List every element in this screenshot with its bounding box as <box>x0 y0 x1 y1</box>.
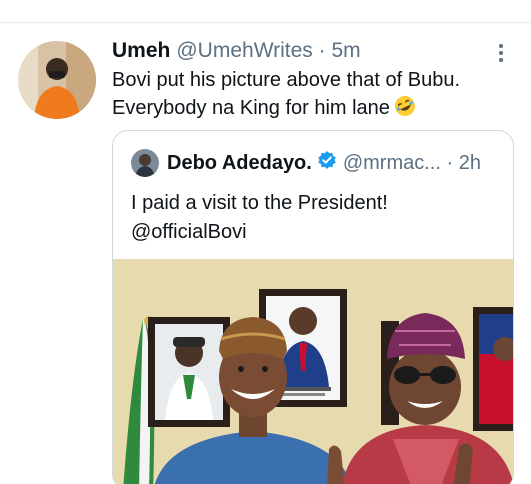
quoted-author-handle: @mrmac... <box>342 151 441 174</box>
author-name[interactable]: Umeh <box>112 39 170 63</box>
quoted-tweet-text: I paid a visit to the President! @offici… <box>131 189 501 247</box>
quoted-author-avatar <box>131 149 159 177</box>
verified-badge-icon <box>317 150 337 176</box>
quoted-tweet-time: 2h <box>458 151 481 174</box>
quoted-tweet-header: Debo Adedayo. @mrmac... · 2h <box>131 148 481 178</box>
quoted-meta-separator: · <box>446 151 454 174</box>
quoted-mention: @officialBovi <box>131 221 247 243</box>
tweet-text: Bovi put his picture above that of Bubu.… <box>112 66 512 125</box>
meta-separator: · <box>318 39 326 62</box>
more-options-icon[interactable] <box>490 40 512 66</box>
rolling-laughing-emoji-icon <box>394 95 416 125</box>
tweet-time[interactable]: 5m <box>332 39 361 62</box>
quoted-author-name: Debo Adedayo. <box>167 151 312 174</box>
timeline-divider <box>0 22 531 23</box>
quoted-tweet-card[interactable]: Debo Adedayo. @mrmac... · 2h I paid a vi… <box>112 130 514 484</box>
quoted-text-line: I paid a visit to the President! <box>131 192 388 214</box>
author-avatar[interactable] <box>18 41 96 119</box>
author-handle[interactable]: @UmehWrites <box>176 39 312 62</box>
tweet-header: Umeh @UmehWrites · 5m <box>112 36 361 66</box>
quoted-tweet-photo[interactable] <box>113 259 513 484</box>
